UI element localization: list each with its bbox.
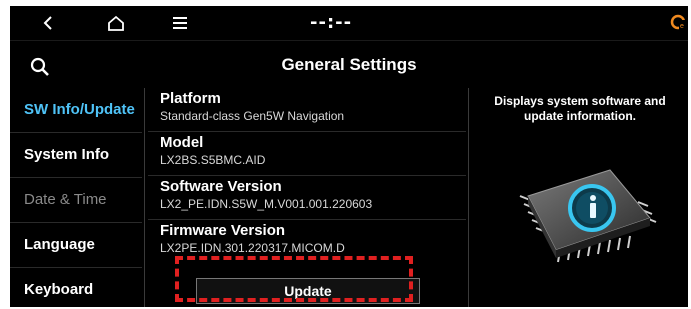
head-unit-screen: --:-- e General Settings SW Info/Update … bbox=[10, 6, 688, 307]
home-button[interactable] bbox=[96, 6, 136, 40]
description-text: Displays system software and update info… bbox=[494, 94, 666, 123]
sw-info-panel: Platform Standard-class Gen5W Navigation… bbox=[148, 88, 466, 307]
info-chip-icon bbox=[519, 169, 657, 263]
sidebar-divider bbox=[144, 88, 145, 307]
info-title: Model bbox=[160, 134, 204, 151]
info-title: Firmware Version bbox=[160, 222, 286, 239]
sidebar-item-sw-info-update[interactable]: SW Info/Update bbox=[10, 88, 142, 133]
menu-icon bbox=[173, 17, 187, 29]
menu-button[interactable] bbox=[160, 6, 200, 40]
sidebar-item-system-info[interactable]: System Info bbox=[10, 133, 142, 178]
top-bar: --:-- e bbox=[10, 6, 688, 41]
page-title: General Settings bbox=[281, 55, 417, 74]
clock: --:-- bbox=[310, 12, 353, 33]
back-button[interactable] bbox=[28, 6, 68, 40]
svg-text:e: e bbox=[680, 23, 684, 30]
back-arrow-icon bbox=[43, 16, 52, 30]
info-model: Model LX2BS.S5BMC.AID bbox=[148, 132, 466, 176]
content-divider bbox=[468, 88, 469, 307]
info-title: Platform bbox=[160, 90, 221, 107]
sidebar-item-language[interactable]: Language bbox=[10, 223, 142, 268]
sidebar-item-date-time[interactable]: Date & Time bbox=[10, 178, 142, 223]
gps-status-icon: e bbox=[670, 14, 686, 30]
info-software-version: Software Version LX2_PE.IDN.S5W_M.V001.0… bbox=[148, 176, 466, 220]
sidebar-item-keyboard[interactable]: Keyboard bbox=[10, 268, 142, 307]
info-value: LX2BS.S5BMC.AID bbox=[160, 153, 266, 167]
info-value: LX2PE.IDN.301.220317.MICOM.D bbox=[160, 241, 345, 255]
info-firmware-version: Firmware Version LX2PE.IDN.301.220317.MI… bbox=[148, 220, 466, 264]
info-value: LX2_PE.IDN.S5W_M.V001.001.220603 bbox=[160, 197, 373, 211]
info-platform: Platform Standard-class Gen5W Navigation bbox=[148, 88, 466, 132]
info-title: Software Version bbox=[160, 178, 282, 195]
settings-header: General Settings bbox=[10, 49, 688, 85]
update-button[interactable]: Update bbox=[196, 278, 420, 304]
home-icon bbox=[108, 15, 124, 31]
settings-sidebar: SW Info/Update System Info Date & Time L… bbox=[10, 88, 142, 307]
info-value: Standard-class Gen5W Navigation bbox=[160, 109, 345, 123]
